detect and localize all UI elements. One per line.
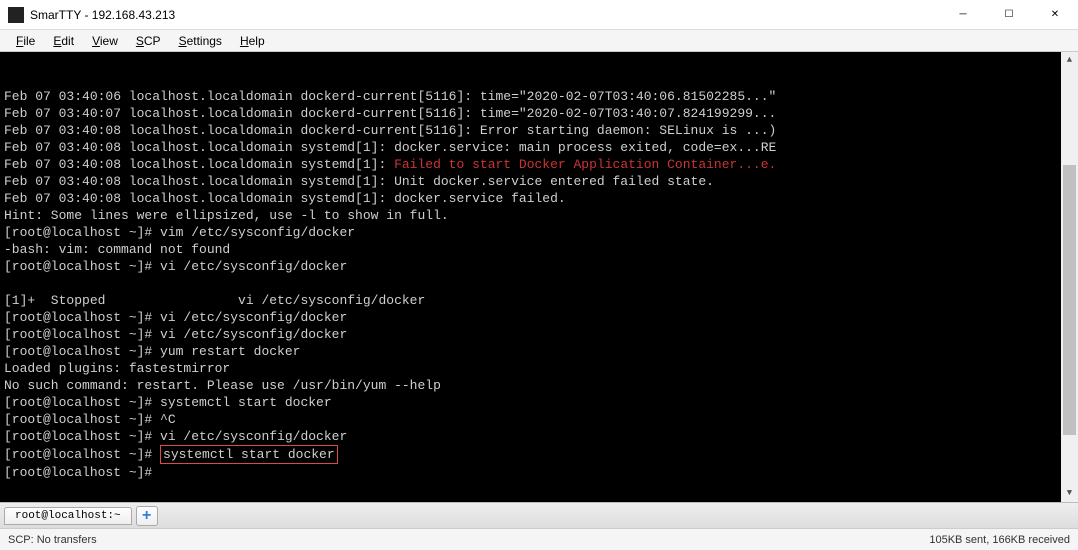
terminal-line: Feb 07 03:40:08 localhost.localdomain do…	[4, 122, 1074, 139]
terminal-line: [root@localhost ~]#	[4, 464, 1074, 481]
terminal-line: Feb 07 03:40:08 localhost.localdomain sy…	[4, 190, 1074, 207]
menu-file[interactable]: File	[8, 32, 43, 50]
terminal-line: Feb 07 03:40:06 localhost.localdomain do…	[4, 88, 1074, 105]
statusbar: SCP: No transfers 105KB sent, 166KB rece…	[0, 528, 1078, 550]
maximize-button[interactable]: ☐	[986, 0, 1032, 29]
window-title: SmarTTY - 192.168.43.213	[30, 8, 940, 22]
scrollbar[interactable]: ▲ ▼	[1061, 52, 1078, 502]
menu-view[interactable]: View	[84, 32, 126, 50]
terminal-line: Feb 07 03:40:08 localhost.localdomain sy…	[4, 156, 1074, 173]
menu-help[interactable]: Help	[232, 32, 273, 50]
terminal-line: No such command: restart. Please use /us…	[4, 377, 1074, 394]
status-transfer: 105KB sent, 166KB received	[929, 534, 1070, 546]
titlebar: SmarTTY - 192.168.43.213 ─ ☐ ✕	[0, 0, 1078, 30]
terminal-line: [root@localhost ~]# vim /etc/sysconfig/d…	[4, 224, 1074, 241]
terminal-line: Loaded plugins: fastestmirror	[4, 360, 1074, 377]
terminal-line: [root@localhost ~]# ^C	[4, 411, 1074, 428]
menu-scp[interactable]: SCP	[128, 32, 169, 50]
window-controls: ─ ☐ ✕	[940, 0, 1078, 29]
terminal-line: [root@localhost ~]# vi /etc/sysconfig/do…	[4, 428, 1074, 445]
terminal-line: Feb 07 03:40:07 localhost.localdomain do…	[4, 105, 1074, 122]
terminal-line: Hint: Some lines were ellipsized, use -l…	[4, 207, 1074, 224]
terminal-line: Feb 07 03:40:08 localhost.localdomain sy…	[4, 139, 1074, 156]
plus-icon: +	[142, 507, 151, 525]
scroll-up-arrow[interactable]: ▲	[1061, 52, 1078, 69]
terminal-line: [root@localhost ~]# vi /etc/sysconfig/do…	[4, 309, 1074, 326]
terminal-line: [root@localhost ~]# vi /etc/sysconfig/do…	[4, 258, 1074, 275]
terminal-line: Feb 07 03:40:08 localhost.localdomain sy…	[4, 173, 1074, 190]
app-icon	[8, 7, 24, 23]
terminal-line: [root@localhost ~]# systemctl start dock…	[4, 394, 1074, 411]
menubar: File Edit View SCP Settings Help	[0, 30, 1078, 52]
terminal-line: [root@localhost ~]# yum restart docker	[4, 343, 1074, 360]
add-tab-button[interactable]: +	[136, 506, 158, 526]
status-scp: SCP: No transfers	[8, 534, 97, 546]
minimize-button[interactable]: ─	[940, 0, 986, 29]
terminal-line: -bash: vim: command not found	[4, 241, 1074, 258]
scroll-thumb[interactable]	[1063, 165, 1076, 435]
terminal-line: [root@localhost ~]# vi /etc/sysconfig/do…	[4, 326, 1074, 343]
terminal-line	[4, 275, 1074, 292]
scroll-down-arrow[interactable]: ▼	[1061, 485, 1078, 502]
menu-settings[interactable]: Settings	[171, 32, 230, 50]
terminal-line: [root@localhost ~]# systemctl start dock…	[4, 445, 1074, 464]
terminal-line: [1]+ Stopped vi /etc/sysconfig/docker	[4, 292, 1074, 309]
close-button[interactable]: ✕	[1032, 0, 1078, 29]
menu-edit[interactable]: Edit	[45, 32, 82, 50]
terminal[interactable]: Feb 07 03:40:06 localhost.localdomain do…	[0, 52, 1078, 502]
tab-session-1[interactable]: root@localhost:~	[4, 507, 132, 525]
terminal-content[interactable]: Feb 07 03:40:06 localhost.localdomain do…	[4, 88, 1074, 481]
tabbar: root@localhost:~ +	[0, 502, 1078, 528]
